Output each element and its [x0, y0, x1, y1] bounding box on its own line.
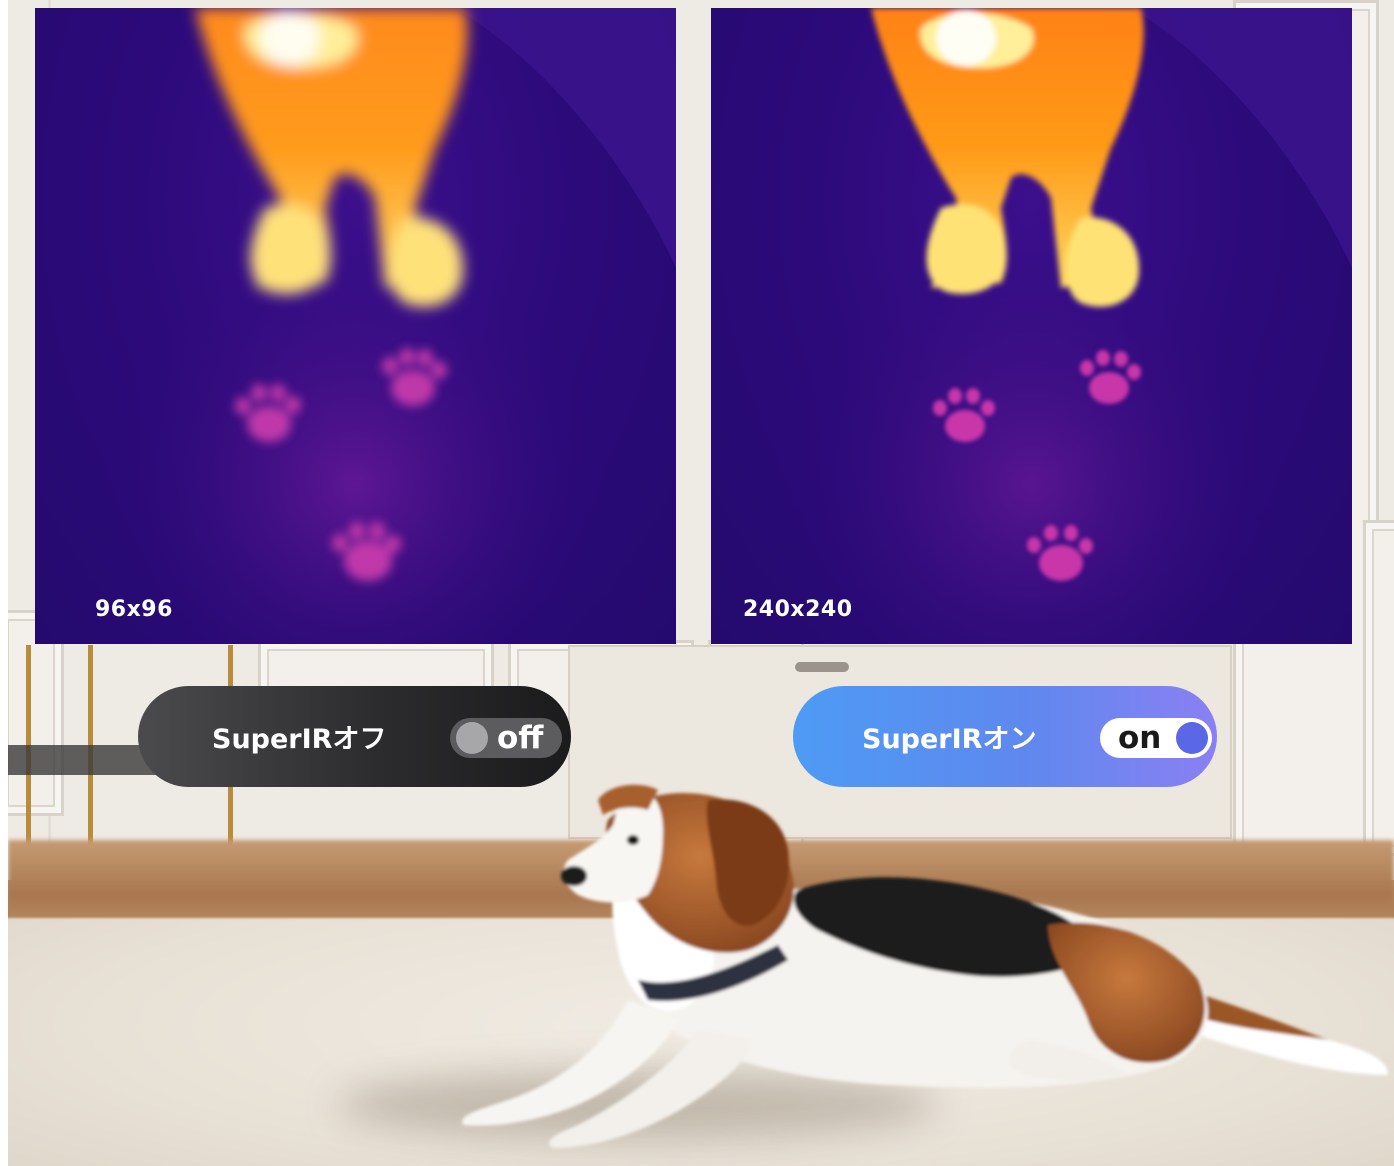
toggle-state-text: off — [497, 720, 544, 756]
thermal-image-high-res: 240x240 — [711, 8, 1352, 644]
toggle-knob — [456, 722, 488, 754]
toggle-label: SuperIRオフ — [212, 724, 387, 755]
resolution-label: 96x96 — [95, 597, 173, 622]
resolution-label: 240x240 — [743, 597, 853, 622]
toggle-label: SuperIRオン — [862, 724, 1037, 755]
toggle-knob — [1176, 722, 1208, 754]
superir-on-toggle[interactable]: SuperIRオン on — [793, 686, 1217, 787]
superir-off-toggle[interactable]: SuperIRオフ off — [138, 686, 571, 787]
toggle-switch-off[interactable]: off — [450, 718, 562, 758]
toggle-state-text: on — [1118, 720, 1162, 756]
thermal-image-low-res: 96x96 — [35, 8, 676, 644]
toggle-switch-on[interactable]: on — [1100, 718, 1212, 758]
